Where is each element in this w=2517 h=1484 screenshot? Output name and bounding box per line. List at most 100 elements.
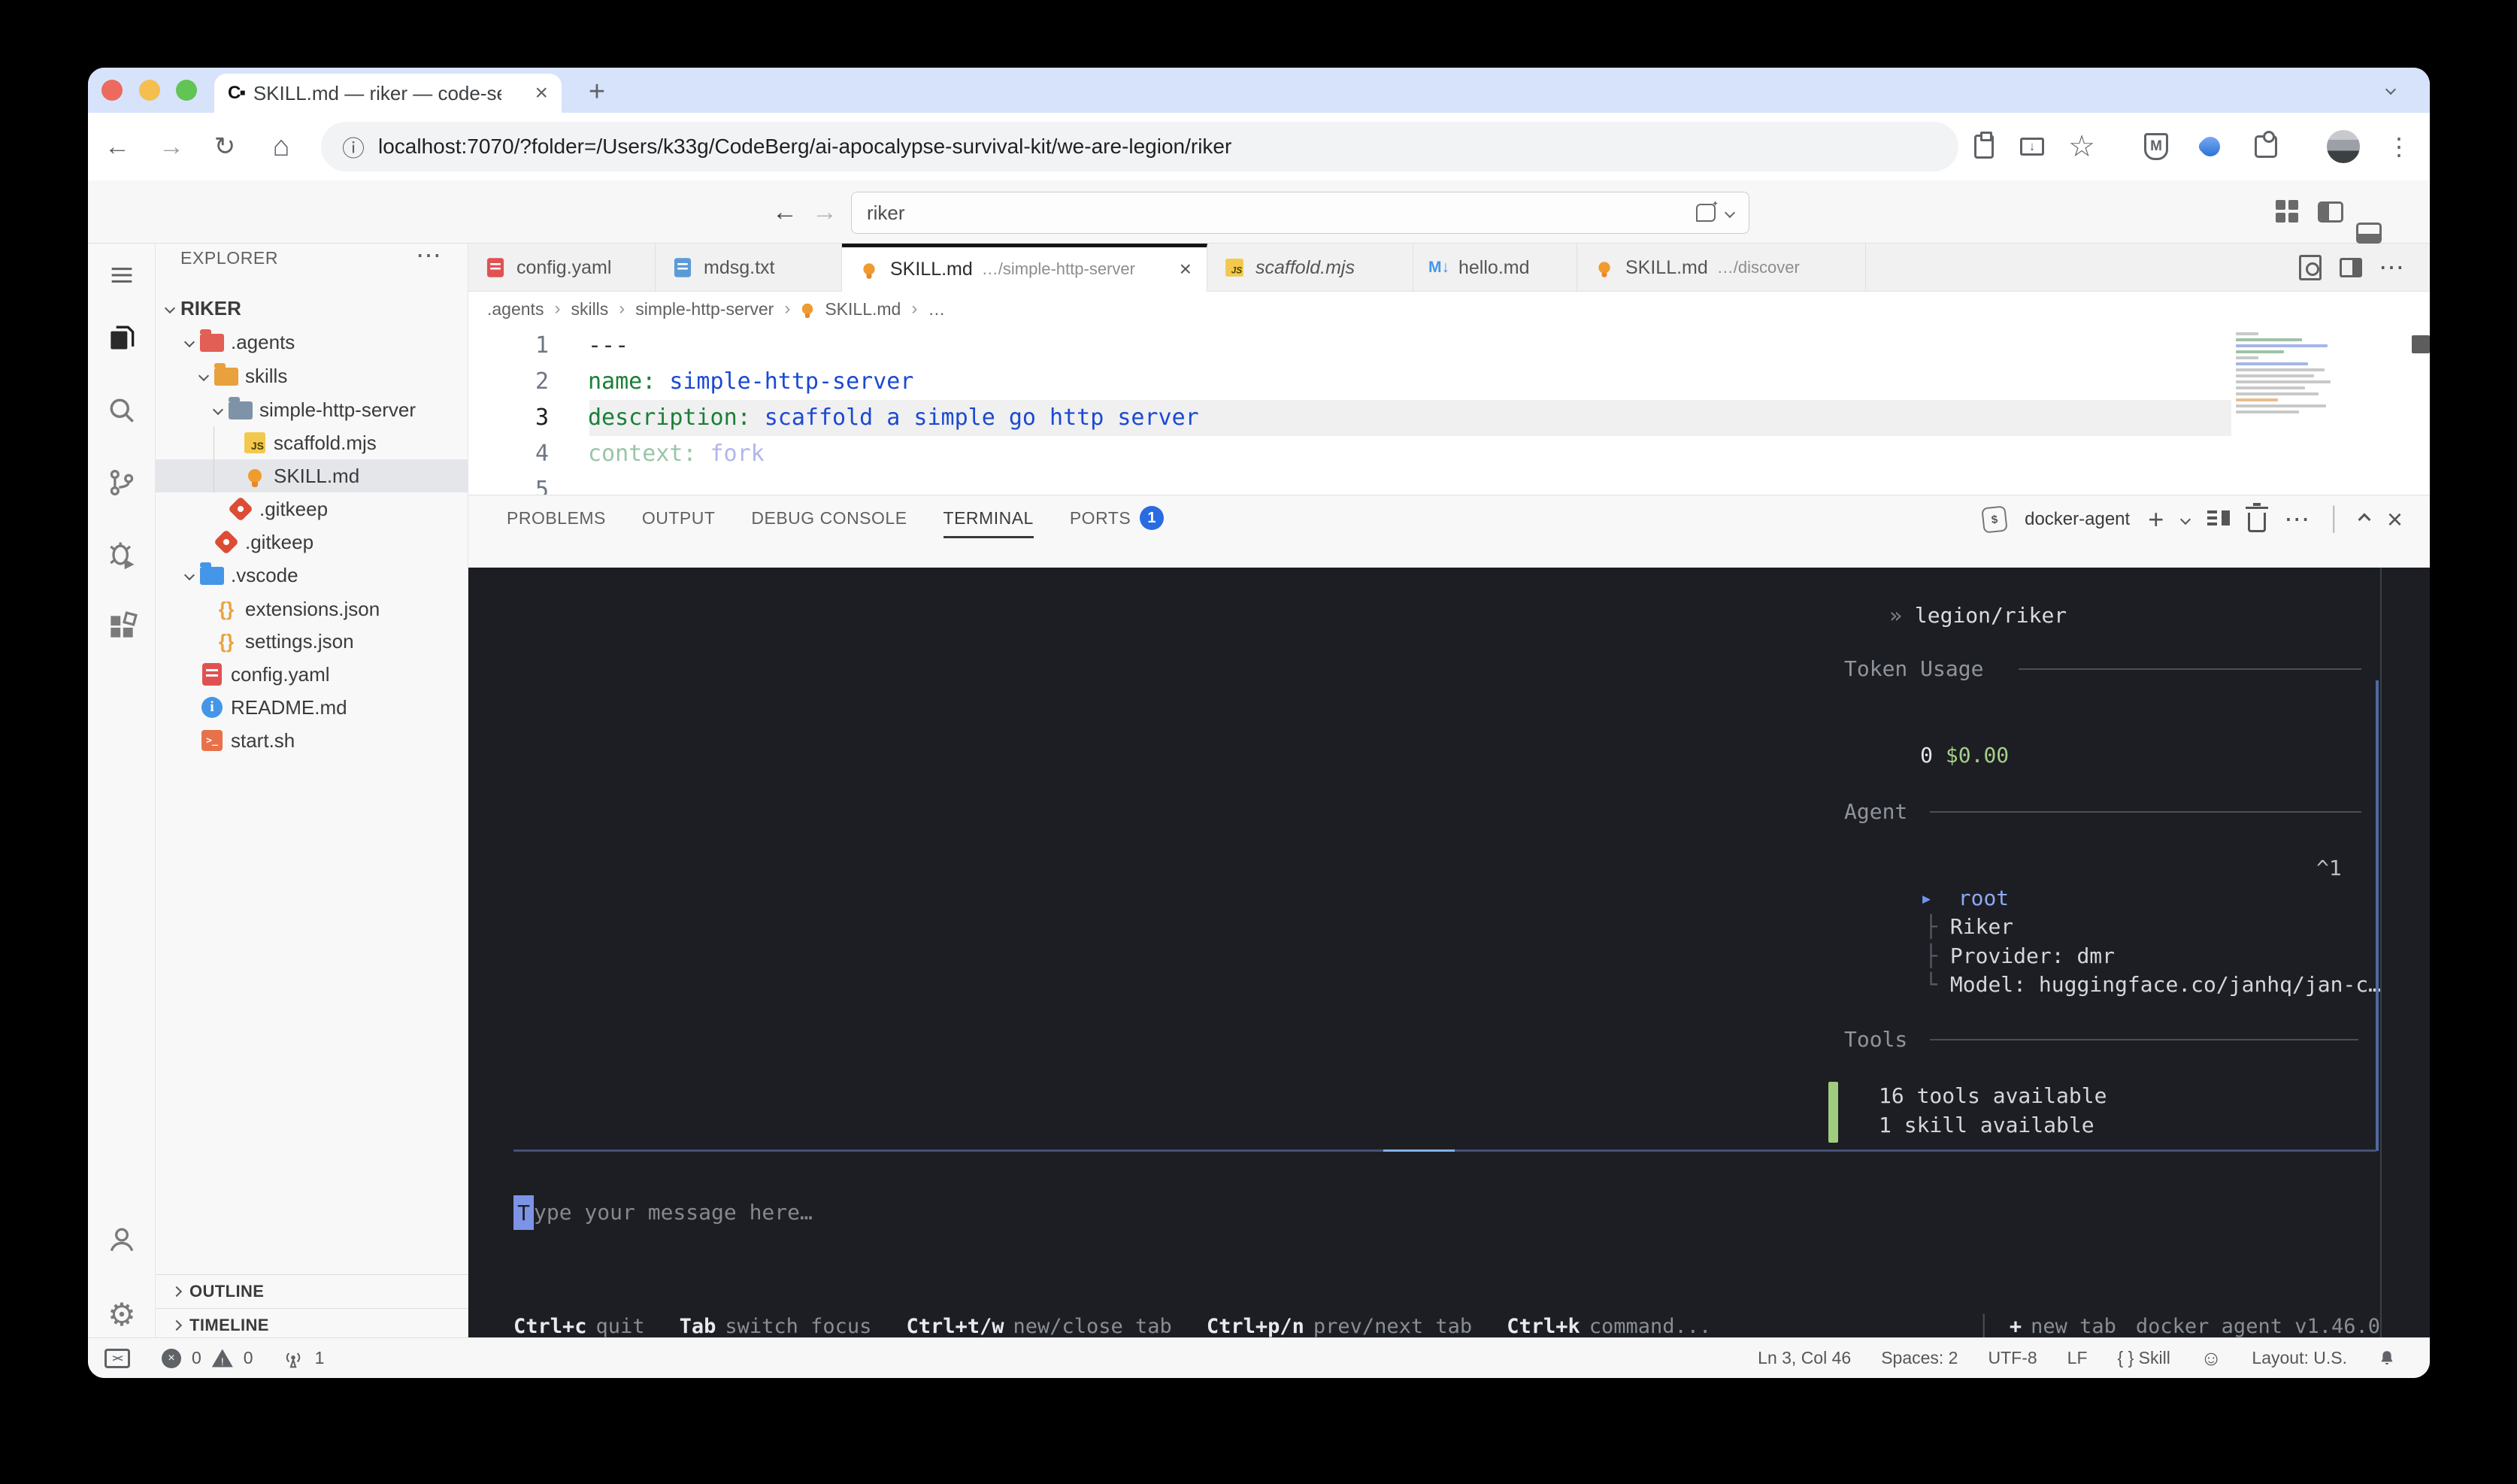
panel-tab-terminal[interactable]: TERMINAL [943,508,1034,538]
sidebar-item-search[interactable] [88,383,156,438]
errors-count[interactable]: 0 [192,1348,201,1368]
command-center-search[interactable] [851,192,1749,234]
settings-gear-icon[interactable]: ⚙ [88,1287,156,1341]
extension-m-icon[interactable]: M [2140,130,2173,163]
close-panel-icon[interactable]: × [2387,504,2403,535]
extensions-puzzle-icon[interactable] [2249,130,2282,163]
ports-count[interactable]: 1 [315,1348,325,1368]
bookmark-star-icon[interactable]: ☆ [2065,130,2098,163]
browser-tab[interactable]: C▪ SKILL.md — riker — code-ser × [214,74,562,113]
split-terminal-icon[interactable] [2207,509,2231,530]
new-tab-button[interactable]: + [580,75,613,108]
terminal-view[interactable]: » legion/riker Token Usage 0 $0.00 Agent… [468,568,2430,1337]
tree-item-agents[interactable]: .agents [156,326,468,359]
warnings-icon[interactable]: ! [211,1349,233,1367]
feedback-smiley-icon[interactable]: ☺ [2200,1346,2222,1370]
traffic-minimize-button[interactable] [139,80,160,101]
panel-more-actions-icon[interactable]: ⋯ [2284,504,2310,535]
explorer-more-actions-icon[interactable]: ⋯ [416,241,443,271]
tree-item-scaffold-mjs[interactable]: JS scaffold.mjs [156,426,468,459]
tree-item-simple-http-server[interactable]: simple-http-server [156,393,468,426]
editor-scrollbar-thumb[interactable] [2412,335,2430,353]
tree-item-gitkeep-agents[interactable]: .gitkeep [156,525,468,559]
tab-skill-md-active[interactable]: SKILL.md …/simple-http-server × [842,244,1207,292]
tab-mdsg-txt[interactable]: mdsg.txt [656,244,842,292]
new-terminal-icon[interactable]: + [2148,504,2164,535]
panel-tab-output[interactable]: OUTPUT [642,508,716,538]
site-info-icon[interactable]: ⓘ [342,130,365,163]
copilot-icon[interactable] [1696,204,1716,222]
open-preview-icon[interactable] [2294,251,2327,284]
tab-scaffold-mjs[interactable]: JS scaffold.mjs [1207,244,1413,292]
breadcrumb-item[interactable]: simple-http-server [635,299,774,320]
url-text[interactable]: localhost:7070/?folder=/Users/k33g/CodeB… [378,135,1231,159]
timeline-section[interactable]: TIMELINE [156,1308,468,1341]
tree-item-skills[interactable]: skills [156,359,468,392]
tree-item-config-yaml[interactable]: config.yaml [156,658,468,691]
menu-hamburger-icon[interactable] [88,248,156,302]
panel-tab-debug-console[interactable]: DEBUG CONSOLE [751,508,907,538]
tree-item-gitkeep-skills[interactable]: .gitkeep [156,492,468,525]
split-editor-icon[interactable] [2334,251,2367,284]
editor-back-icon[interactable]: ← [768,195,801,229]
tree-item-extensions-json[interactable]: {} extensions.json [156,592,468,625]
tree-item-skill-md[interactable]: SKILL.md [156,459,468,492]
home-button[interactable]: ⌂ [265,130,298,163]
warnings-count[interactable]: 0 [244,1348,253,1368]
code-editor[interactable]: 1 2 3 4 5 --- name: simple-http-server de… [468,326,2430,495]
message-input[interactable]: ype your message here… [534,1195,813,1230]
traffic-close-button[interactable] [101,80,123,101]
sidebar-item-explorer[interactable] [88,310,156,364]
notifications-bell-icon[interactable] [2377,1348,2397,1369]
tab-close-icon[interactable]: × [535,80,548,106]
editor-forward-icon[interactable]: → [808,195,841,229]
copilot-chevron-icon[interactable] [1724,207,1736,219]
tab-hello-md[interactable]: M↓ hello.md [1413,244,1577,292]
editor-more-actions-icon[interactable]: ⋯ [2375,251,2408,284]
sidebar-item-run-debug[interactable] [88,528,156,582]
eol-sequence[interactable]: LF [2067,1348,2088,1368]
maximize-panel-icon[interactable] [2358,513,2371,526]
search-input[interactable] [867,201,1686,225]
agent-root-row[interactable]: ▸ root [1844,853,2009,910]
sidebar-item-extensions[interactable] [88,600,156,654]
remote-indicator-icon[interactable]: >< [104,1348,130,1368]
tree-item-start-sh[interactable]: >_ start.sh [156,724,468,757]
kill-terminal-icon[interactable] [2246,503,2269,532]
accounts-icon[interactable] [88,1213,156,1267]
tab-search-chevron-icon[interactable] [2385,83,2397,95]
terminal-scrollbar[interactable] [2376,680,2379,1151]
keyboard-layout[interactable]: Layout: U.S. [2252,1348,2347,1368]
language-mode[interactable]: { } Skill [2118,1348,2170,1368]
chrome-menu-icon[interactable]: ⋮ [2382,130,2416,163]
errors-icon[interactable]: × [162,1348,181,1368]
breadcrumb-item[interactable]: SKILL.md [825,299,901,320]
traffic-zoom-button[interactable] [176,80,197,101]
toggle-panel-icon[interactable] [2356,223,2382,244]
profile-avatar[interactable] [2327,130,2360,163]
tab-skill-md-discover[interactable]: SKILL.md …/discover [1577,244,1866,292]
tree-item-vscode[interactable]: .vscode [156,559,468,592]
address-bar[interactable]: ⓘ localhost:7070/?folder=/Users/k33g/Cod… [321,122,1958,171]
install-pwa-icon[interactable]: ↓ [2016,130,2049,163]
outline-section[interactable]: OUTLINE [156,1274,468,1307]
clipboard-extension-icon[interactable] [1967,130,2001,163]
cursor-position[interactable]: Ln 3, Col 46 [1758,1348,1851,1368]
extension-balloon-icon[interactable] [2194,130,2227,163]
tab-close-icon[interactable]: × [1180,257,1192,281]
encoding[interactable]: UTF-8 [1988,1348,2037,1368]
breadcrumb-item[interactable]: skills [571,299,608,320]
tree-item-settings-json[interactable]: {} settings.json [156,625,468,658]
forward-button[interactable]: → [155,130,188,163]
terminal-dropdown-chevron-icon[interactable] [2180,513,2191,525]
tab-config-yaml[interactable]: config.yaml [468,244,656,292]
panel-tab-ports[interactable]: PORTS 1 [1070,506,1165,540]
customize-layout-icon[interactable] [2276,200,2298,223]
sidebar-item-source-control[interactable] [88,456,156,510]
reload-button[interactable]: ↻ [208,130,241,163]
indentation[interactable]: Spaces: 2 [1881,1348,1958,1368]
panel-tab-problems[interactable]: PROBLEMS [507,508,606,538]
breadcrumb-item[interactable]: … [928,299,945,320]
breadcrumb-item[interactable]: .agents [487,299,544,320]
ports-forwarded-icon[interactable] [282,1347,304,1370]
